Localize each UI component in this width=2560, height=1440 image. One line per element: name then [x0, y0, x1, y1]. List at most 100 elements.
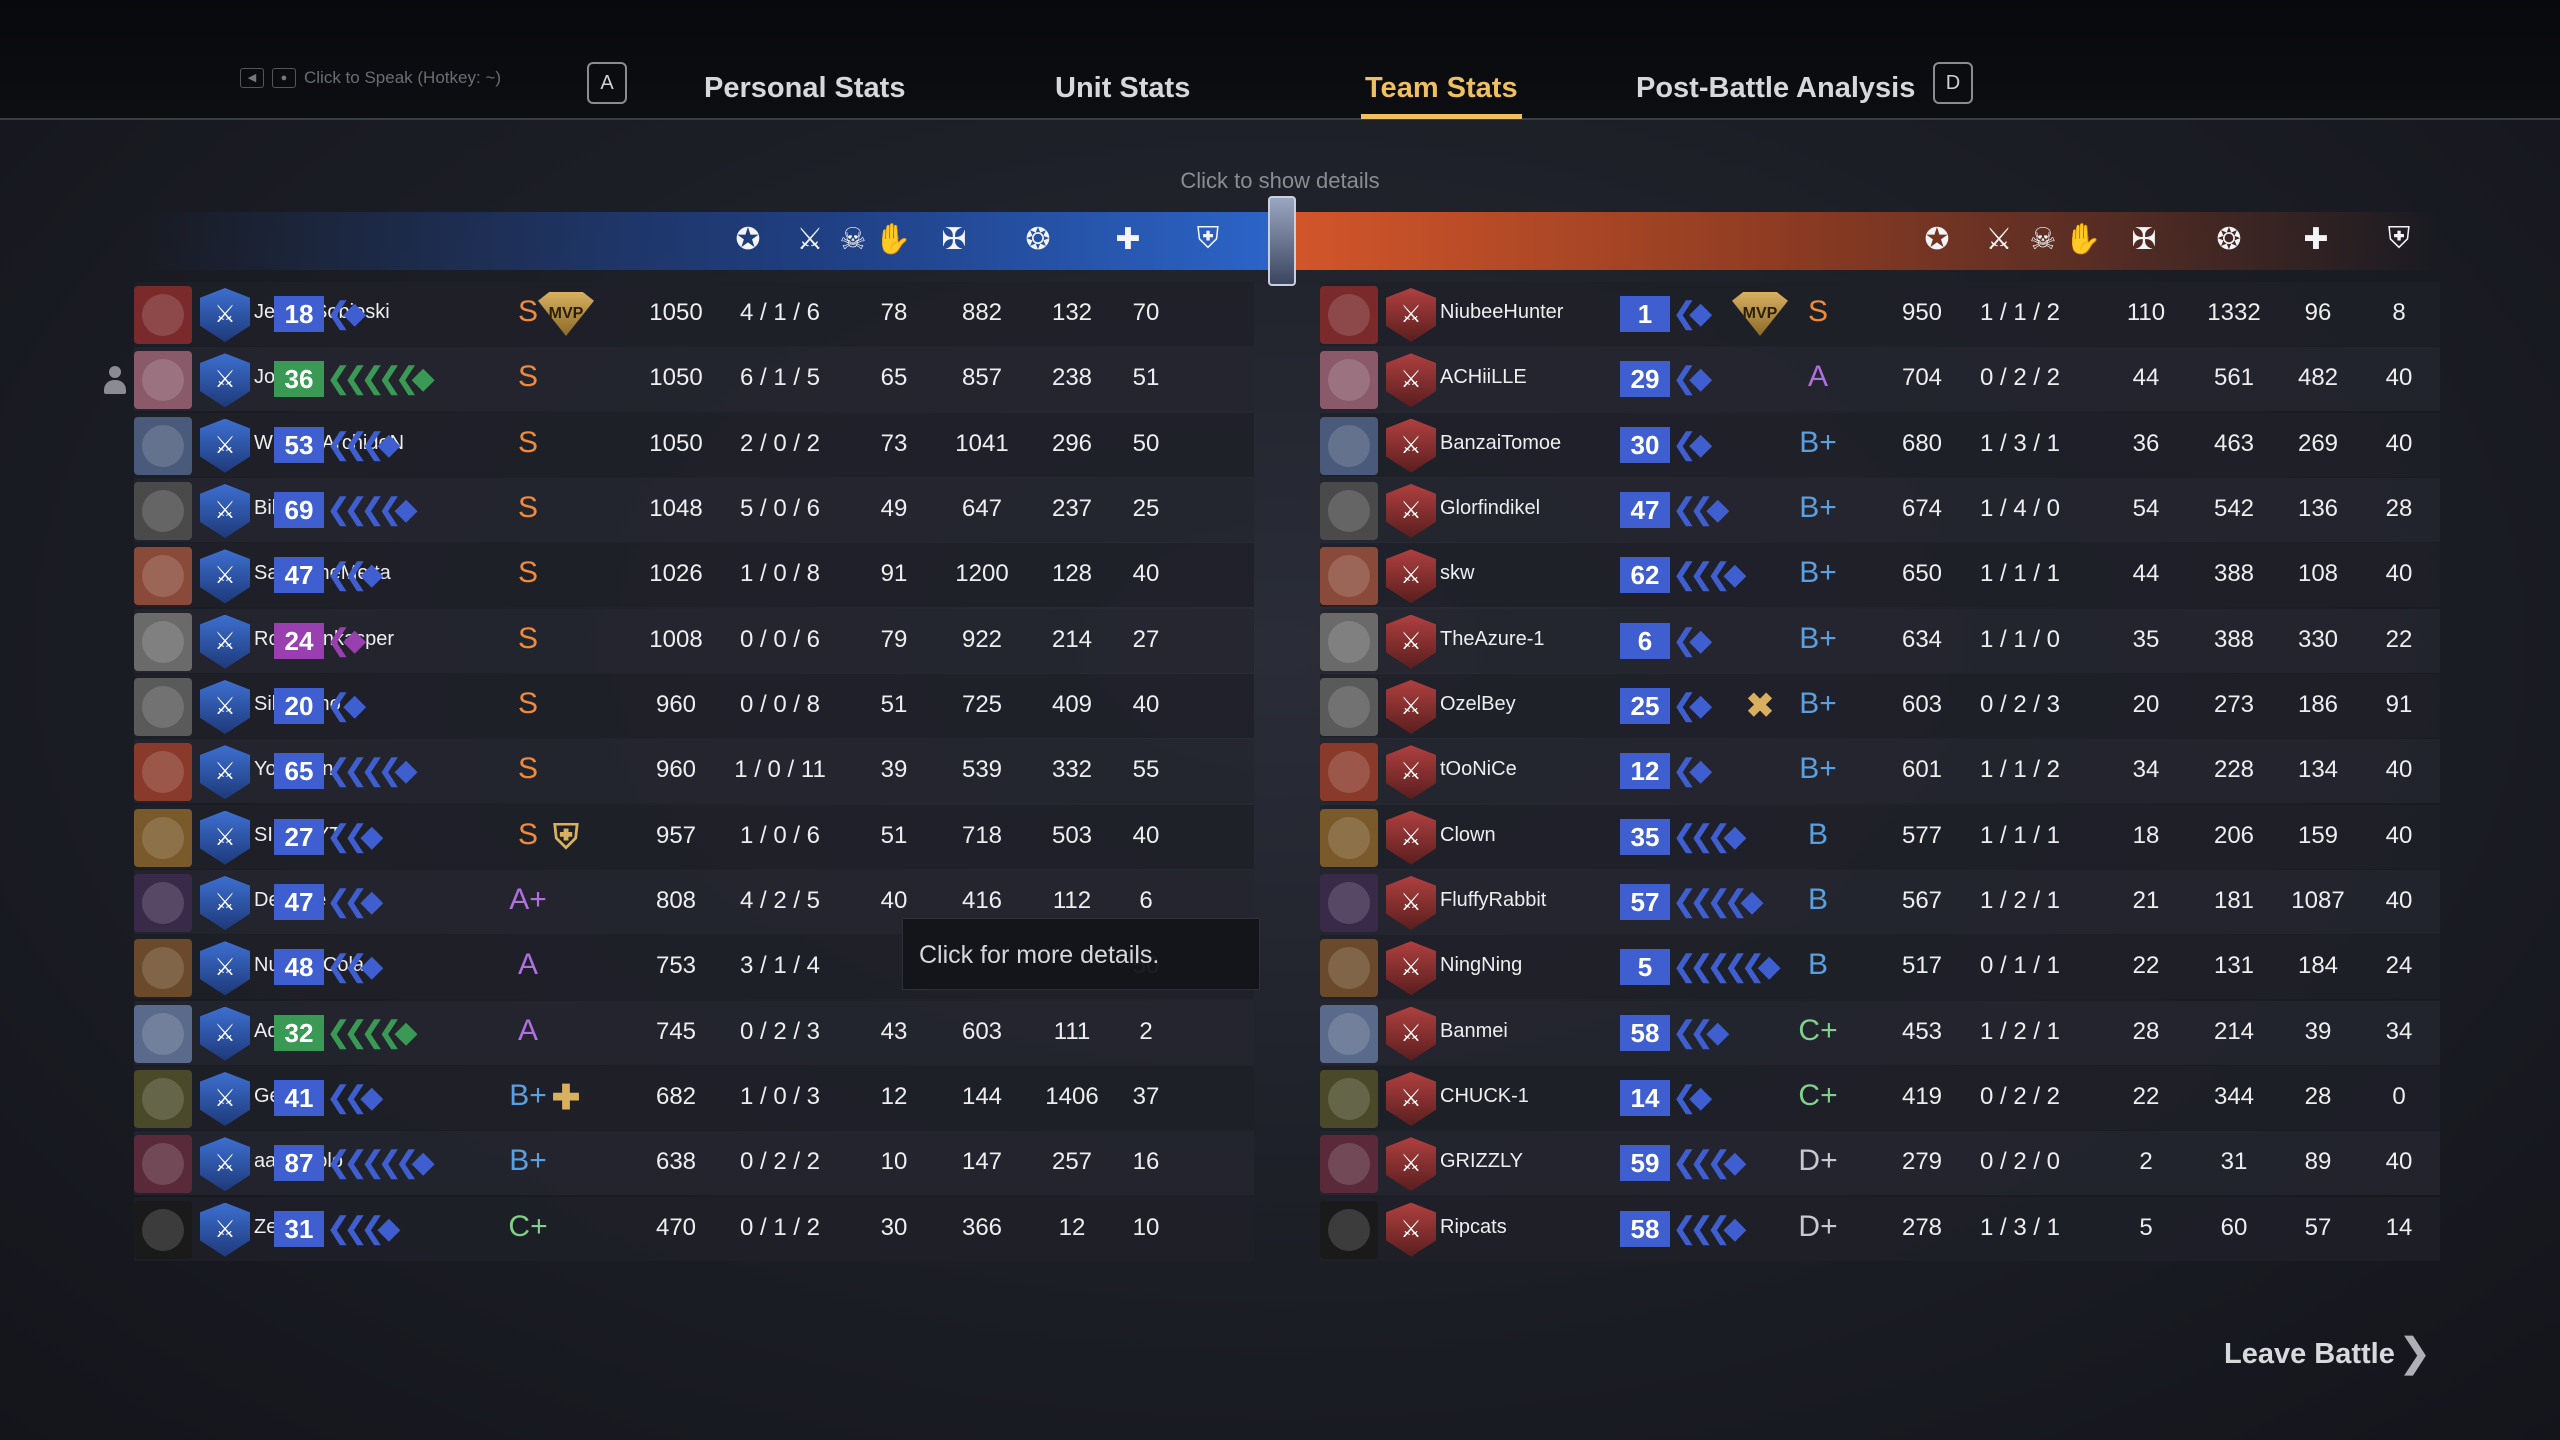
player-name: CHUCK-1 — [1440, 1084, 1529, 1107]
unit-class-icon: ⚔ — [1386, 1202, 1436, 1257]
stat-heal: 136 — [2297, 494, 2339, 522]
stat-kda: 0 / 2 / 2 — [1979, 1082, 2061, 1110]
player-row[interactable]: ⚔ Billz 69 ❮❮❮❮◆ S 1048 5 / 0 / 6 49 647 237 25 — [134, 477, 1254, 542]
stat-damage: 539 — [961, 756, 1003, 784]
rank-chevrons: ❮❮◆ — [326, 819, 383, 853]
player-avatar — [134, 612, 192, 671]
stat-damage: 206 — [2213, 821, 2255, 849]
player-row[interactable]: ⚔Gerrod41❮❮◆✚B+6821 / 0 / 312144140637 — [134, 1065, 1254, 1130]
next-tab-key[interactable]: D — [1933, 62, 1973, 104]
unit-class-icon: ⚔ — [1386, 288, 1436, 342]
tab-personal-stats[interactable]: Personal Stats — [704, 72, 905, 105]
player-row[interactable]: ⚔ ACHiiLLE 29 ❮◆ A 704 0 / 2 / 2 44 561 482 40 — [1320, 347, 2440, 412]
player-row[interactable]: ⚔SantaTheMetta47❮❮◆S10261 / 0 / 89112001… — [134, 543, 1254, 608]
performance-grade: C+ — [508, 1209, 548, 1243]
rank-chevrons: ❮❮❮❮❮◆ — [326, 1146, 435, 1180]
player-name: Banmei — [1440, 1019, 1508, 1042]
unit-class-icon: ⚔ — [200, 614, 250, 669]
player-level: 41 — [274, 1079, 324, 1116]
unit-class-icon: ⚔ — [1386, 745, 1436, 800]
performance-grade: S — [517, 490, 538, 524]
player-level: 5 — [1620, 949, 1670, 986]
player-row[interactable]: ⚔ NingNing 5 ❮❮❮❮❮◆ B 517 0 / 1 / 1 22 131 184 24 — [1320, 935, 2440, 1000]
stat-score: 1008 — [649, 625, 703, 653]
player-row[interactable]: ⚔ GRIZZLY 59 ❮❮❮◆ D+ 279 0 / 2 / 0 2 31 89 40 — [1320, 1131, 2440, 1196]
rank-chevrons: ❮◆ — [1672, 1080, 1712, 1114]
unit-class-icon: ⚔ — [200, 1006, 250, 1061]
stat-siege: 39 — [880, 756, 908, 784]
player-row[interactable]: ⚔aaronpolo87❮❮❮❮❮◆B+6380 / 2 / 210147257… — [134, 1131, 1254, 1196]
stat-siege: 49 — [880, 494, 908, 522]
stat-siege: 40 — [880, 886, 908, 914]
player-row[interactable]: ⚔AdmQ32❮❮❮❮◆A7450 / 2 / 3436031112 — [134, 1000, 1254, 1065]
player-row[interactable]: ⚔JeanIIISobieski18❮◆MVPS10504 / 1 / 6788… — [134, 282, 1254, 346]
stat-damage: 131 — [2213, 952, 2255, 980]
stat-tank: 70 — [1132, 299, 1160, 326]
player-avatar — [1320, 1004, 1378, 1063]
stat-heal: 296 — [1051, 429, 1093, 457]
player-level: 29 — [1620, 361, 1670, 398]
stat-kda: 0 / 2 / 0 — [1979, 1148, 2061, 1176]
player-level: 57 — [1620, 883, 1670, 920]
player-row[interactable]: ⚔ WindogArchidoN 53 ❮❮❮◆ S 1050 2 / 0 / 2 73 104… — [134, 412, 1254, 477]
stat-damage: 273 — [2213, 690, 2255, 718]
player-row[interactable]: ⚔ BanzaiTomoe 30 ❮◆ B+ 680 1 / 3 / 1 36 463 269 40 — [1320, 412, 2440, 477]
player-row[interactable]: ⚔ OzelBey 25 ❮◆ ✖ B+ 603 0 / 2 / 3 20 273 186 91 — [1320, 673, 2440, 738]
player-row[interactable]: ⚔SILVRIYT27❮❮◆⛨S9571 / 0 / 65171850340 — [134, 804, 1254, 869]
performance-grade: D+ — [1798, 1144, 1838, 1178]
player-row[interactable]: ⚔ TheAzure-1 6 ❮◆ B+ 634 1 / 1 / 0 35 388 330 22 — [1320, 608, 2440, 673]
prev-tab-key[interactable]: A — [587, 62, 627, 104]
player-level: 20 — [274, 687, 324, 724]
stat-heal: 503 — [1051, 821, 1093, 849]
player-row[interactable]: ⚔ Clown 35 ❮❮❮◆ B 577 1 / 1 / 1 18 206 159 40 — [1320, 804, 2440, 869]
show-details-hint[interactable]: Click to show details — [1160, 168, 1400, 194]
player-name: Clown — [1440, 823, 1496, 846]
player-row[interactable]: ⚔ Ripcats 58 ❮❮❮◆ D+ 278 1 / 3 / 1 5 60 57 14 — [1320, 1196, 2440, 1261]
player-row[interactable]: ⚔ Banmei 58 ❮❮◆ C+ 453 1 / 2 / 1 28 214 39 34 — [1320, 1000, 2440, 1065]
player-row[interactable]: ⚔JoeLuis36❮❮❮❮❮◆S10506 / 1 / 56585723851 — [134, 347, 1254, 412]
rank-chevrons: ❮❮❮❮◆ — [1672, 884, 1764, 918]
player-row[interactable]: ⚔Silvanitho20❮◆S9600 / 0 / 85172540940 — [134, 673, 1254, 738]
player-row[interactable]: ⚔ tOoNiCe 12 ❮◆ B+ 601 1 / 1 / 2 34 228 134 40 — [1320, 739, 2440, 804]
stat-heal: 134 — [2297, 756, 2339, 784]
stat-heal: 257 — [1051, 1148, 1093, 1176]
stat-damage: 1332 — [2207, 299, 2261, 326]
player-row[interactable]: ⚔ FluffyRabbit 57 ❮❮❮❮◆ B 567 1 / 2 / 1 21 181 10… — [1320, 869, 2440, 934]
tab-team-stats[interactable]: Team Stats — [1361, 72, 1522, 119]
unit-class-icon: ⚔ — [200, 745, 250, 800]
player-row[interactable]: ⚔ Glorfindikel 47 ❮❮◆ B+ 674 1 / 4 / 0 54 542 136… — [1320, 477, 2440, 542]
microphone-icon: ● — [272, 68, 296, 88]
player-avatar — [1320, 1200, 1378, 1259]
player-avatar — [1320, 1135, 1378, 1194]
player-row[interactable]: ⚔ Zerf 31 ❮❮❮◆ C+ 470 0 / 1 / 2 30 366 12 10 — [134, 1196, 1254, 1261]
stat-siege: 22 — [2132, 952, 2160, 980]
player-row[interactable]: ⚔ Rosettenkasper 24 ❮◆ S 1008 0 / 0 / 6 79 922 21… — [134, 608, 1254, 673]
player-row[interactable]: ⚔ skw 62 ❮❮❮◆ B+ 650 1 / 1 / 1 44 388 108 40 — [1320, 543, 2440, 608]
stat-tank: 27 — [1132, 625, 1160, 653]
stat-damage: 228 — [2213, 756, 2255, 784]
player-avatar — [134, 1069, 192, 1128]
stat-score: 650 — [1901, 560, 1943, 588]
stat-tank: 14 — [2385, 1213, 2413, 1241]
player-avatar — [134, 1135, 192, 1194]
player-level: 6 — [1620, 622, 1670, 659]
stat-score: 517 — [1901, 952, 1943, 980]
tab-unit-stats[interactable]: Unit Stats — [1055, 72, 1190, 105]
stat-heal: 96 — [2304, 299, 2332, 326]
leave-battle-button[interactable]: Leave Battle — [2224, 1338, 2395, 1371]
stat-kda: 1 / 0 / 6 — [739, 821, 821, 849]
player-row[interactable]: ⚔YodaZen65❮❮❮❮◆S9601 / 0 / 113953933255 — [134, 739, 1254, 804]
player-row[interactable]: ⚔ CHUCK-1 14 ❮◆ C+ 419 0 / 2 / 2 22 344 28 0 — [1320, 1065, 2440, 1130]
stat-siege: 34 — [2132, 756, 2160, 784]
unit-class-icon: ⚔ — [1386, 549, 1436, 604]
player-avatar — [1320, 1069, 1378, 1128]
stat-siege: 20 — [2132, 690, 2160, 718]
tab-post-battle-analysis[interactable]: Post-Battle Analysis — [1636, 72, 1915, 105]
player-avatar — [1320, 612, 1378, 671]
rank-chevrons: ❮❮❮❮◆ — [326, 1015, 418, 1049]
stat-tank: 37 — [1132, 1082, 1160, 1110]
player-row[interactable]: ⚔ NiubeeHunter 1 ❮◆ MVP S 950 1 / 1 / 2 110 1332 9… — [1320, 282, 2440, 346]
voice-chat-button[interactable]: ◀ ● Click to Speak (Hotkey: ~) — [240, 68, 501, 88]
stat-damage: 344 — [2213, 1082, 2255, 1110]
team-divider-toggle[interactable] — [1268, 196, 1296, 286]
